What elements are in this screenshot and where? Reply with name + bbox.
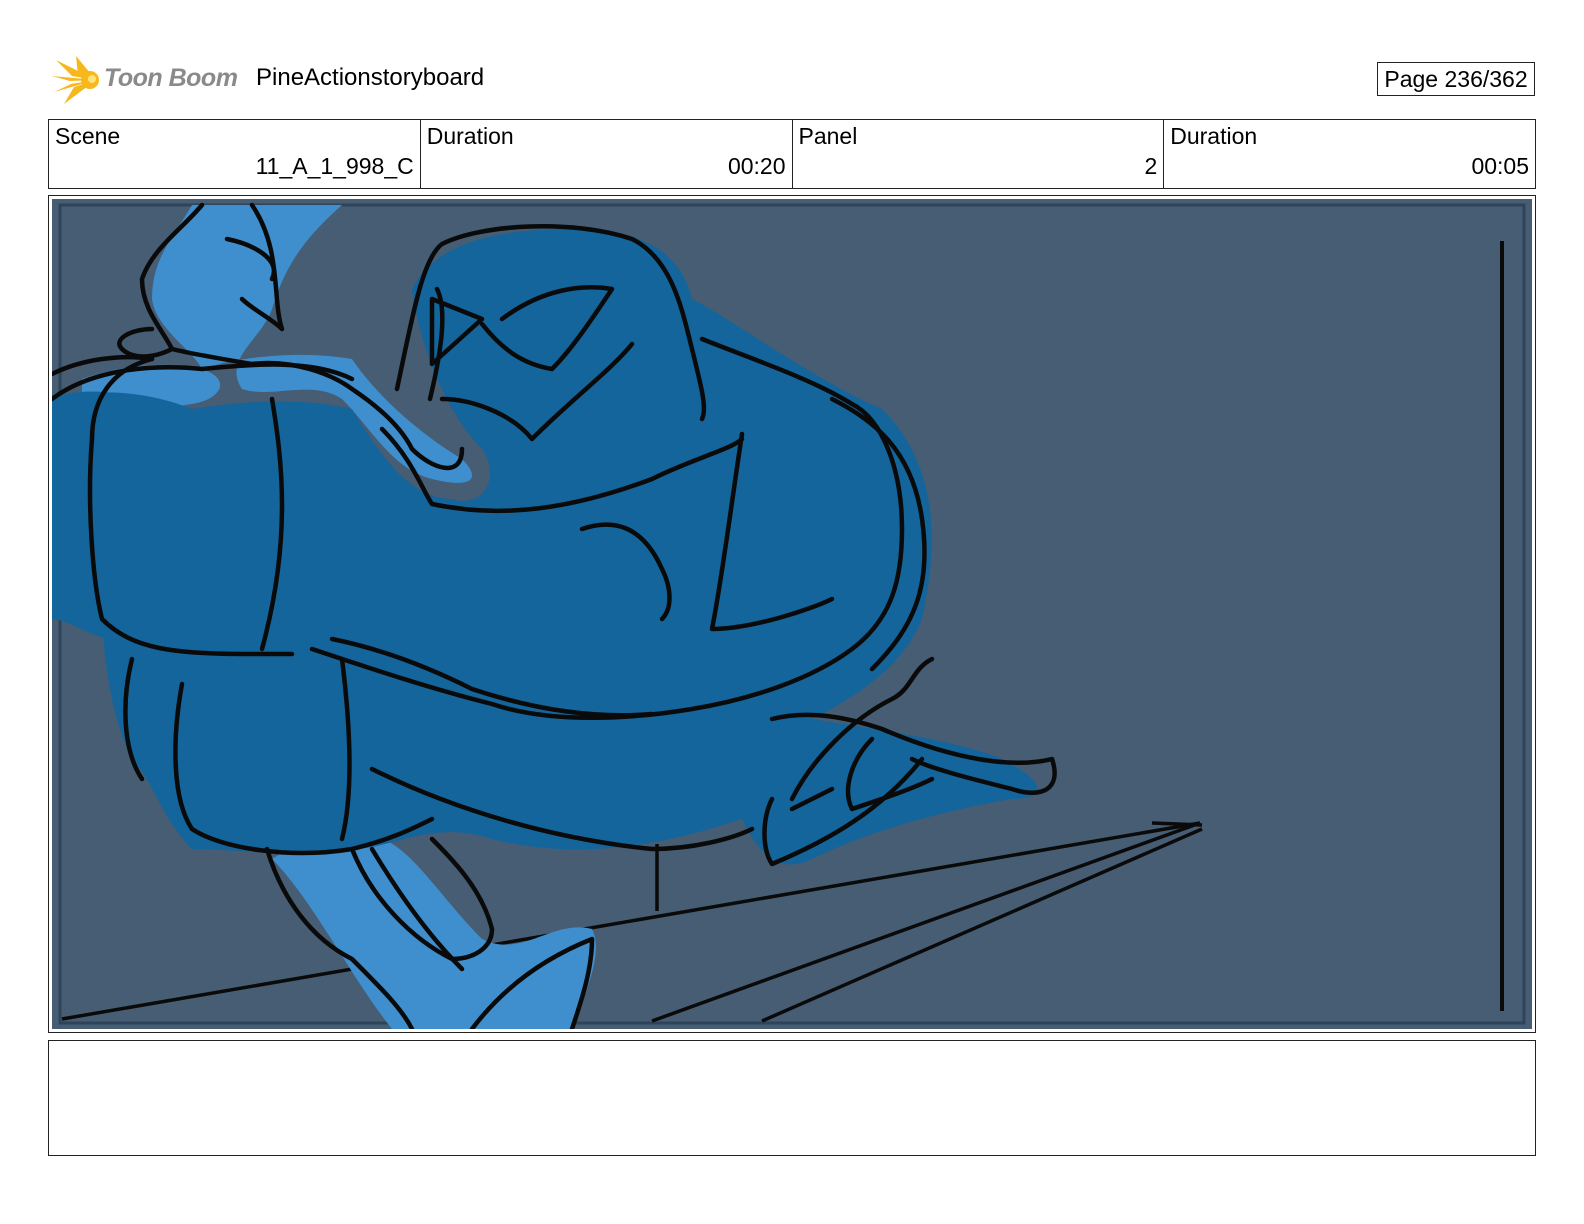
panel-label: Panel: [798, 123, 858, 149]
panel-notes-box: [48, 1040, 1536, 1156]
scene-duration-cell: Duration 00:20: [421, 120, 793, 188]
panel-drawing: [52, 199, 1532, 1029]
scene-cell: Scene 11_A_1_998_C: [49, 120, 421, 188]
toon-boom-logo: Toon Boom: [50, 54, 240, 106]
scene-value: 11_A_1_998_C: [255, 153, 414, 179]
logo-text: Toon Boom: [104, 64, 238, 92]
panel-duration-value: 00:05: [1471, 153, 1529, 179]
scene-label: Scene: [55, 123, 121, 149]
panel-duration-cell: Duration 00:05: [1164, 120, 1535, 188]
panel-duration-label: Duration: [1170, 123, 1258, 149]
panel-image-frame: [48, 195, 1536, 1033]
info-table: Scene 11_A_1_998_C Duration 00:20 Panel …: [48, 119, 1536, 189]
storyboard-page: Toon Boom PineActionstoryboard Page 236/…: [0, 0, 1584, 1224]
page-number: Page 236/362: [1377, 62, 1535, 96]
project-title: PineActionstoryboard: [256, 64, 485, 91]
star-burst-icon: [52, 56, 99, 104]
scene-duration-label: Duration: [426, 123, 514, 149]
panel-value: 2: [1144, 153, 1158, 179]
panel-cell: Panel 2: [793, 120, 1165, 188]
scene-duration-value: 00:20: [727, 153, 786, 179]
